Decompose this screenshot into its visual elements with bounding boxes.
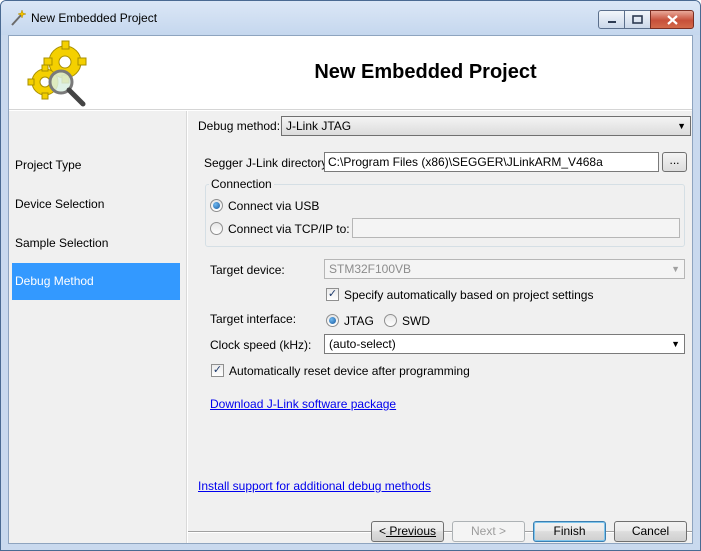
connect-tcp-radio[interactable] bbox=[210, 222, 223, 235]
auto-target-checkbox[interactable]: ✓ bbox=[326, 288, 339, 301]
sidebar-item-device-selection[interactable]: Device Selection bbox=[12, 186, 180, 223]
reset-device-label[interactable]: Automatically reset device after program… bbox=[229, 364, 470, 378]
connect-usb-radio[interactable] bbox=[210, 199, 223, 212]
previous-label: Previous bbox=[385, 524, 437, 538]
jtag-label[interactable]: JTAG bbox=[344, 314, 374, 328]
target-interface-label: Target interface: bbox=[210, 312, 297, 326]
debug-method-page: Debug method: J-Link JTAG ▼ Segger J-Lin… bbox=[188, 111, 692, 543]
jlink-directory-input[interactable]: C:\Program Files (x86)\SEGGER\JLinkARM_V… bbox=[324, 152, 659, 172]
wizard-steps-sidebar: Project Type Device Selection Sample Sel… bbox=[9, 111, 187, 543]
browse-button[interactable]: ... bbox=[662, 152, 687, 172]
swd-radio[interactable] bbox=[384, 314, 397, 327]
page-title: New Embedded Project bbox=[314, 61, 537, 83]
target-device-value: STM32F100VB bbox=[329, 262, 412, 276]
download-jlink-link[interactable]: Download J-Link software package bbox=[210, 397, 396, 411]
jtag-radio[interactable] bbox=[326, 314, 339, 327]
gears-magnifier-icon bbox=[27, 40, 87, 107]
jlink-directory-label: Segger J-Link directory: bbox=[204, 156, 331, 170]
next-button[interactable]: Next > bbox=[452, 521, 525, 542]
debug-method-label: Debug method: bbox=[198, 119, 281, 133]
debug-method-select[interactable]: J-Link JTAG ▼ bbox=[281, 116, 691, 136]
wizard-client-area: New Embedded Project Project Type Device… bbox=[8, 35, 693, 544]
cancel-button[interactable]: Cancel bbox=[614, 521, 687, 542]
clock-speed-select[interactable]: (auto-select) ▼ bbox=[324, 334, 685, 354]
previous-mnemonic: < bbox=[378, 524, 386, 538]
window-title: New Embedded Project bbox=[31, 11, 158, 25]
sidebar-item-project-type[interactable]: Project Type bbox=[12, 147, 180, 184]
finish-button[interactable]: Finish bbox=[533, 521, 606, 542]
wand-icon bbox=[11, 9, 27, 26]
reset-device-checkbox[interactable]: ✓ bbox=[211, 364, 224, 377]
clock-speed-value: (auto-select) bbox=[329, 337, 396, 351]
wizard-header: New Embedded Project bbox=[9, 36, 692, 110]
auto-target-label[interactable]: Specify automatically based on project s… bbox=[344, 288, 593, 302]
swd-label[interactable]: SWD bbox=[402, 314, 430, 328]
clock-speed-label: Clock speed (kHz): bbox=[210, 338, 312, 352]
close-icon bbox=[666, 14, 678, 25]
maximize-button[interactable] bbox=[624, 10, 651, 29]
dropdown-arrow-icon: ▼ bbox=[677, 121, 686, 131]
dropdown-arrow-icon: ▼ bbox=[671, 339, 680, 349]
sidebar-item-sample-selection[interactable]: Sample Selection bbox=[12, 225, 180, 262]
target-device-select[interactable]: STM32F100VB ▼ bbox=[324, 259, 685, 279]
install-debug-support-link[interactable]: Install support for additional debug met… bbox=[198, 479, 431, 493]
minimize-button[interactable] bbox=[598, 10, 625, 29]
target-device-label: Target device: bbox=[210, 263, 285, 277]
maximize-icon bbox=[632, 15, 643, 24]
dropdown-arrow-icon: ▼ bbox=[671, 264, 680, 274]
caption-buttons bbox=[598, 10, 694, 29]
title-bar[interactable]: New Embedded Project bbox=[1, 1, 700, 35]
previous-button[interactable]: < Previous bbox=[371, 521, 444, 542]
connect-usb-label[interactable]: Connect via USB bbox=[228, 199, 319, 213]
minimize-icon bbox=[607, 20, 616, 23]
sidebar-item-debug-method[interactable]: Debug Method bbox=[12, 263, 180, 300]
close-button[interactable] bbox=[650, 10, 694, 29]
connection-group-title: Connection bbox=[209, 177, 274, 191]
connect-tcp-label[interactable]: Connect via TCP/IP to: bbox=[228, 222, 350, 236]
debug-method-value: J-Link JTAG bbox=[286, 119, 352, 133]
wizard-window: New Embedded Project New Embedded Projec… bbox=[0, 0, 701, 551]
tcp-address-input[interactable] bbox=[352, 218, 680, 238]
